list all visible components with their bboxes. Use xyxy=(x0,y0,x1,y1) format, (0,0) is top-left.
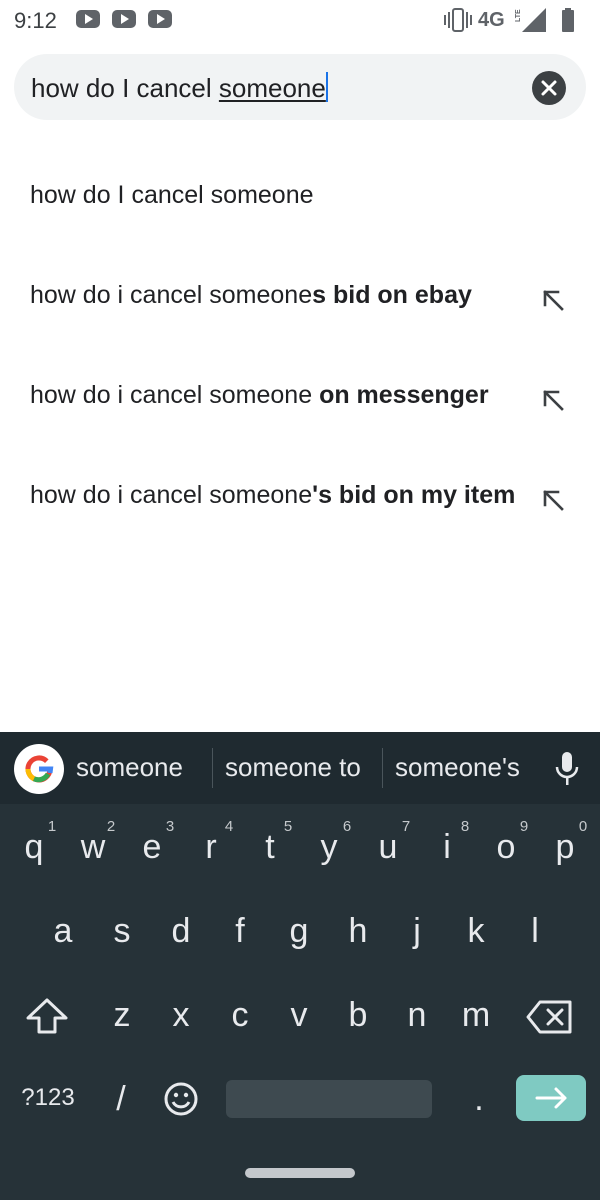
suggestion-text: how do i cancel someones bid on ebay xyxy=(30,281,472,309)
google-logo-button[interactable] xyxy=(14,744,64,794)
key-j[interactable]: j xyxy=(392,912,442,951)
search-input[interactable]: how do I cancel someone xyxy=(14,54,586,120)
enter-key[interactable] xyxy=(516,1075,586,1121)
key-l[interactable]: l xyxy=(510,912,560,951)
status-bar: 9:12 4G LTE xyxy=(0,0,600,40)
fill-query-arrow-icon[interactable] xyxy=(540,287,566,313)
divider xyxy=(382,748,383,788)
key-hint-number: 5 xyxy=(283,818,293,835)
suggestion-text: how do I cancel someone xyxy=(30,181,314,209)
key-s[interactable]: s xyxy=(97,912,147,951)
suggestion-row[interactable]: how do i cancel someone's bid on my item xyxy=(0,445,600,545)
key-d[interactable]: d xyxy=(156,912,206,951)
slash-key[interactable]: / xyxy=(96,1080,146,1119)
status-time: 9:12 xyxy=(14,8,57,33)
key-v[interactable]: v xyxy=(274,996,324,1035)
clear-icon xyxy=(541,80,557,96)
shift-key[interactable] xyxy=(24,996,70,1036)
word-suggestion[interactable]: someone xyxy=(76,752,183,783)
suggestion-row[interactable]: how do i cancel someones bid on ebay xyxy=(0,245,600,345)
youtube-icon xyxy=(148,10,172,28)
search-query-composing: someone xyxy=(218,73,326,103)
key-b[interactable]: b xyxy=(333,996,383,1035)
key-c[interactable]: c xyxy=(215,996,265,1035)
suggestion-row[interactable]: how do I cancel someone xyxy=(0,145,600,245)
key-f[interactable]: f xyxy=(215,912,265,951)
key-hint-number: 3 xyxy=(165,818,175,835)
key-a[interactable]: a xyxy=(38,912,88,951)
arrow-right-icon xyxy=(535,1087,567,1109)
period-key[interactable]: . xyxy=(454,1080,504,1119)
keyboard: someone someone to someone's xyxy=(0,732,600,1200)
clear-button[interactable] xyxy=(532,71,566,105)
fill-query-arrow-icon[interactable] xyxy=(540,387,566,413)
key-m[interactable]: m xyxy=(451,996,501,1035)
key-k[interactable]: k xyxy=(451,912,501,951)
vibrate-icon xyxy=(444,8,472,32)
key-z[interactable]: z xyxy=(97,996,147,1035)
microphone-icon[interactable] xyxy=(554,750,580,788)
key-h[interactable]: h xyxy=(333,912,383,951)
search-query[interactable]: how do I cancel someone xyxy=(31,72,328,104)
suggestion-row[interactable]: how do i cancel someone on messenger xyxy=(0,345,600,445)
network-type: 4G xyxy=(478,9,505,31)
divider xyxy=(212,748,213,788)
status-icons: 4G LTE xyxy=(444,8,574,32)
key-hint-number: 6 xyxy=(342,818,352,835)
key-hint-number: 1 xyxy=(47,818,57,835)
key-hint-number: 9 xyxy=(519,818,529,835)
key-x[interactable]: x xyxy=(156,996,206,1035)
key-n[interactable]: n xyxy=(392,996,442,1035)
fill-query-arrow-icon[interactable] xyxy=(540,487,566,513)
search-query-prefix: how do I cancel xyxy=(31,73,219,103)
text-caret xyxy=(325,72,328,102)
key-hint-number: 7 xyxy=(401,818,411,835)
key-hint-number: 8 xyxy=(460,818,470,835)
keyboard-suggestion-bar: someone someone to someone's xyxy=(0,732,600,804)
suggestion-text: how do i cancel someone on messenger xyxy=(30,381,489,409)
youtube-icon xyxy=(112,10,136,28)
signal-icon xyxy=(522,8,546,32)
symbols-key[interactable]: ?123 xyxy=(20,1084,76,1112)
google-icon xyxy=(25,755,54,783)
space-key[interactable] xyxy=(226,1080,432,1118)
network-sub: LTE xyxy=(515,9,522,22)
word-suggestion[interactable]: someone's xyxy=(395,752,520,783)
key-g[interactable]: g xyxy=(274,912,324,951)
key-hint-number: 0 xyxy=(578,818,588,835)
key-hint-number: 2 xyxy=(106,818,116,835)
suggestion-text: how do i cancel someone's bid on my item xyxy=(30,481,516,509)
word-suggestion[interactable]: someone to xyxy=(225,752,361,783)
home-gesture-pill[interactable] xyxy=(245,1168,355,1178)
key-hint-number: 4 xyxy=(224,818,234,835)
battery-icon xyxy=(562,8,574,32)
youtube-icon xyxy=(76,10,100,28)
emoji-key[interactable] xyxy=(162,1080,200,1118)
backspace-key[interactable] xyxy=(526,998,574,1036)
